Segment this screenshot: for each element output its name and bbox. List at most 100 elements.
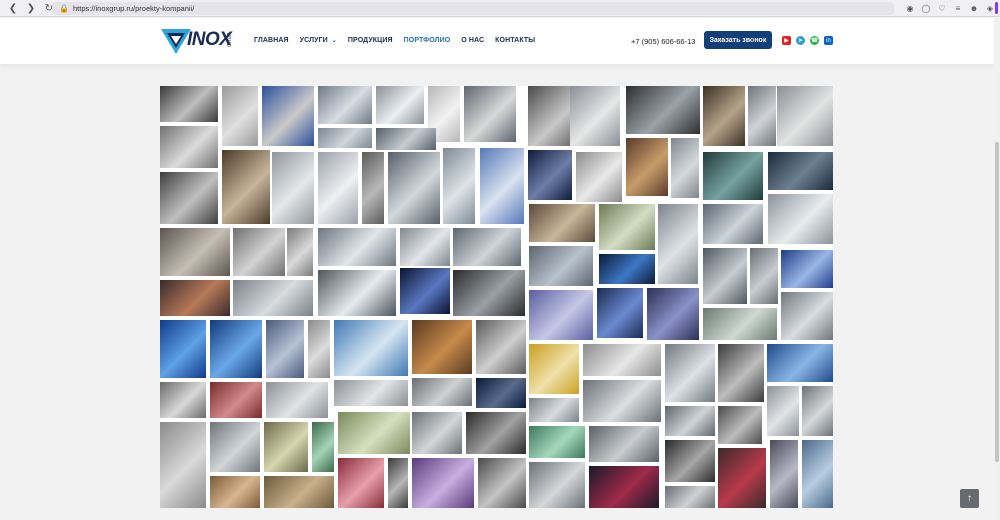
project-photo[interactable]: [160, 86, 218, 122]
project-photo[interactable]: [466, 412, 526, 454]
project-photo[interactable]: [160, 126, 218, 168]
account-icon[interactable]: ☻: [968, 2, 980, 14]
project-photo[interactable]: [400, 228, 450, 266]
project-photo[interactable]: [318, 228, 396, 266]
project-photo[interactable]: [529, 398, 579, 422]
project-photo[interactable]: [777, 86, 833, 146]
camera-icon[interactable]: ◉: [904, 2, 916, 14]
project-photo[interactable]: [703, 308, 777, 340]
project-photo[interactable]: [647, 288, 699, 340]
project-photo[interactable]: [529, 290, 593, 340]
project-photo[interactable]: [338, 412, 410, 454]
project-photo[interactable]: [626, 86, 700, 134]
project-photo[interactable]: [334, 380, 408, 406]
project-photo[interactable]: [718, 448, 766, 508]
project-photo[interactable]: [376, 128, 436, 150]
project-photo[interactable]: [318, 86, 372, 124]
project-photo[interactable]: [703, 248, 747, 304]
project-photo[interactable]: [703, 204, 763, 244]
nav-item-portfolio[interactable]: ПОРТФОЛИО: [404, 37, 451, 44]
project-photo[interactable]: [478, 458, 526, 508]
project-photo[interactable]: [160, 280, 230, 316]
heart-icon[interactable]: ♡: [936, 2, 948, 14]
project-photo[interactable]: [287, 228, 313, 276]
youtube-icon[interactable]: ▶: [782, 36, 791, 45]
project-photo[interactable]: [318, 128, 372, 148]
project-photo[interactable]: [160, 320, 206, 378]
whatsapp-icon[interactable]: ☎: [810, 36, 819, 45]
project-photo[interactable]: [748, 86, 776, 146]
project-photo[interactable]: [768, 194, 833, 244]
project-photo[interactable]: [599, 204, 655, 250]
project-photo[interactable]: [388, 152, 440, 224]
project-photo[interactable]: [210, 422, 260, 472]
project-photo[interactable]: [703, 86, 745, 146]
project-photo[interactable]: [362, 152, 384, 224]
project-photo[interactable]: [338, 458, 384, 508]
project-photo[interactable]: [376, 86, 424, 124]
project-photo[interactable]: [412, 412, 462, 454]
back-icon[interactable]: ❮: [6, 1, 20, 15]
nav-item-about[interactable]: О НАС: [461, 37, 484, 44]
project-photo[interactable]: [210, 320, 262, 378]
nav-item-contacts[interactable]: КОНТАКТЫ: [495, 37, 535, 44]
project-photo[interactable]: [529, 426, 585, 458]
project-photo[interactable]: [480, 148, 524, 224]
project-photo[interactable]: [476, 320, 526, 374]
project-photo[interactable]: [529, 462, 585, 508]
project-photo[interactable]: [781, 292, 833, 340]
project-photo[interactable]: [308, 320, 330, 378]
project-photo[interactable]: [767, 344, 833, 382]
project-photo[interactable]: [665, 406, 715, 436]
project-photo[interactable]: [768, 152, 833, 190]
project-photo[interactable]: [576, 152, 622, 202]
project-photo[interactable]: [583, 380, 661, 422]
project-photo[interactable]: [400, 268, 450, 314]
project-photo[interactable]: [412, 320, 472, 374]
project-photo[interactable]: [529, 344, 579, 394]
project-photo[interactable]: [597, 288, 643, 338]
project-photo[interactable]: [160, 422, 206, 508]
project-photo[interactable]: [453, 228, 521, 266]
forward-icon[interactable]: ❯: [24, 1, 38, 15]
project-photo[interactable]: [589, 466, 659, 508]
project-photo[interactable]: [412, 378, 472, 406]
project-photo[interactable]: [318, 152, 358, 224]
project-photo[interactable]: [464, 86, 516, 142]
project-photo[interactable]: [160, 228, 230, 276]
project-photo[interactable]: [222, 86, 258, 146]
project-photo[interactable]: [264, 476, 334, 508]
scroll-to-top-button[interactable]: ↑: [960, 489, 979, 508]
project-photo[interactable]: [222, 150, 270, 224]
telegram-icon[interactable]: ➤: [796, 36, 805, 45]
project-photo[interactable]: [703, 152, 763, 200]
project-photo[interactable]: [665, 440, 715, 482]
project-photo[interactable]: [718, 344, 764, 402]
linkedin-icon[interactable]: in: [824, 36, 833, 45]
project-photo[interactable]: [665, 486, 715, 508]
project-photo[interactable]: [262, 86, 314, 146]
project-photo[interactable]: [599, 254, 655, 284]
project-photo[interactable]: [210, 476, 260, 508]
project-photo[interactable]: [266, 382, 328, 418]
project-photo[interactable]: [272, 152, 314, 224]
nav-item-services[interactable]: УСЛУГИ ⌄: [300, 37, 337, 44]
project-photo[interactable]: [233, 228, 285, 276]
nav-item-home[interactable]: ГЛАВНАЯ: [254, 37, 289, 44]
project-photo[interactable]: [160, 382, 206, 418]
project-photo[interactable]: [233, 280, 313, 316]
project-photo[interactable]: [210, 382, 262, 418]
project-photo[interactable]: [388, 458, 408, 508]
phone-number[interactable]: +7 (905) 606-66-13: [631, 37, 695, 46]
project-photo[interactable]: [443, 148, 475, 224]
site-logo[interactable]: INOX GRUP: [160, 26, 240, 56]
project-photo[interactable]: [334, 320, 408, 376]
project-photo[interactable]: [266, 320, 304, 378]
project-photo[interactable]: [658, 204, 698, 284]
project-photo[interactable]: [529, 246, 593, 286]
project-photo[interactable]: [529, 204, 595, 242]
request-call-button[interactable]: Заказать звонок: [704, 31, 772, 49]
project-photo[interactable]: [570, 86, 620, 146]
project-photo[interactable]: [750, 248, 778, 304]
project-photo[interactable]: [802, 440, 833, 508]
